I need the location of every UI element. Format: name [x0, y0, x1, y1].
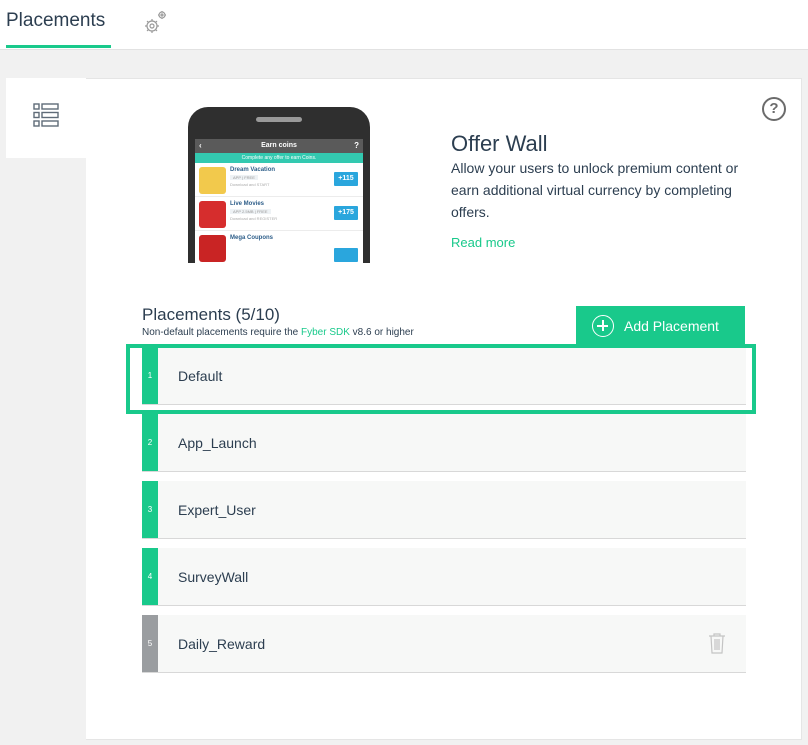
list-icon: [33, 103, 59, 127]
preview-header: ‹ Earn coins ?: [195, 139, 363, 153]
offer-points: +175: [334, 206, 358, 220]
offer-thumbnail: [199, 167, 226, 194]
phone-speaker: [256, 117, 302, 122]
tab-placements[interactable]: Placements: [6, 10, 105, 32]
trash-icon[interactable]: [708, 632, 726, 654]
offer-tag: APP | FREE: [230, 175, 258, 180]
phone-preview-image: ‹ Earn coins ? Complete any offer to ear…: [188, 107, 370, 263]
preview-help-icon: ?: [354, 141, 359, 150]
preview-header-title: Earn coins: [261, 142, 297, 149]
plus-circle-icon: [592, 315, 614, 337]
placements-title: Placements (5/10): [142, 305, 280, 324]
add-placement-label: Add Placement: [624, 318, 719, 334]
placement-number: 5: [142, 615, 158, 672]
placement-number: 3: [142, 481, 158, 538]
placement-row[interactable]: 2 App_Launch: [142, 414, 746, 472]
offer-points: [334, 248, 358, 262]
offer-points: +115: [334, 172, 358, 186]
top-tab-bar: Placements: [0, 0, 808, 50]
offer-wall-title: Offer Wall: [451, 131, 548, 156]
preview-offer: Mega Coupons: [195, 231, 363, 263]
gear-icon[interactable]: [141, 8, 171, 38]
add-placement-button[interactable]: Add Placement: [576, 306, 745, 346]
placement-name: App_Launch: [178, 435, 257, 451]
offer-wall-panel: ? ‹ Earn coins ? Complete any offer to e…: [86, 78, 802, 740]
fyber-sdk-link[interactable]: Fyber SDK: [301, 327, 350, 338]
offer-tag: APP 2.5MB | FREE: [230, 209, 271, 214]
preview-banner: Complete any offer to earn Coins.: [195, 153, 363, 163]
active-tab-underline: [6, 45, 111, 48]
note-suffix: v8.6 or higher: [349, 327, 414, 338]
placements-note: Non-default placements require the Fyber…: [142, 327, 414, 338]
placement-row[interactable]: 3 Expert_User: [142, 481, 746, 539]
placement-number: 2: [142, 414, 158, 471]
preview-offer: Dream Vacation APP | FREE Download and S…: [195, 163, 363, 197]
read-more-link[interactable]: Read more: [451, 235, 515, 250]
back-icon: ‹: [199, 141, 202, 150]
offer-thumbnail: [199, 235, 226, 262]
preview-offer: Live Movies APP 2.5MB | FREE Download an…: [195, 197, 363, 231]
phone-screen: ‹ Earn coins ? Complete any offer to ear…: [195, 139, 363, 263]
placement-name: Expert_User: [178, 502, 256, 518]
placement-number: 4: [142, 548, 158, 605]
offer-desc: Download and REGISTER: [230, 216, 278, 221]
selected-placement-highlight: [126, 344, 756, 414]
note-prefix: Non-default placements require the: [142, 327, 301, 338]
placement-name: SurveyWall: [178, 569, 249, 585]
offer-wall-description: Allow your users to unlock premium conte…: [451, 160, 739, 220]
placement-row[interactable]: 5 Daily_Reward: [142, 615, 746, 673]
offer-title: Mega Coupons: [230, 235, 273, 241]
placement-row[interactable]: 4 SurveyWall: [142, 548, 746, 606]
offer-thumbnail: [199, 201, 226, 228]
placement-name: Daily_Reward: [178, 636, 266, 652]
offer-title: Dream Vacation: [230, 167, 276, 173]
help-icon[interactable]: ?: [762, 97, 786, 121]
offer-desc: Download and START: [230, 182, 270, 187]
sidebar-tab-list[interactable]: [6, 78, 86, 158]
offer-title: Live Movies: [230, 201, 265, 207]
